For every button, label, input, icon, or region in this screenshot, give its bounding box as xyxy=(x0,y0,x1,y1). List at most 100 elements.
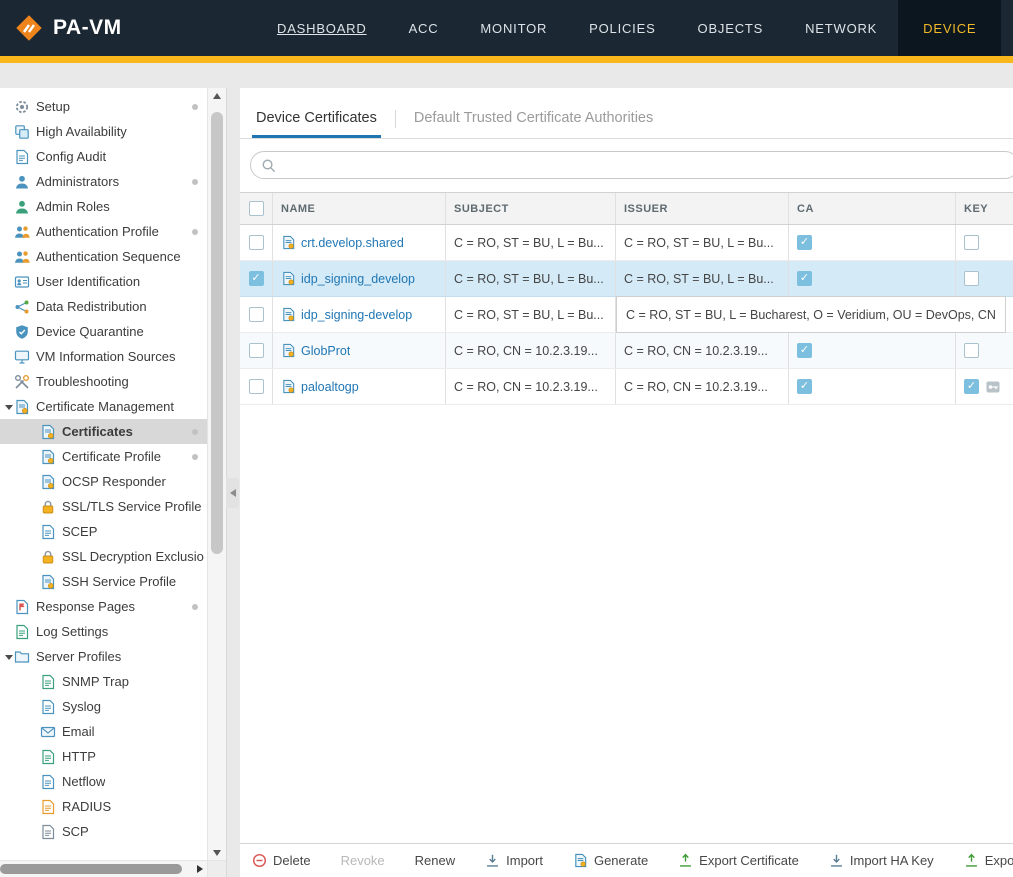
nav-tab-device[interactable]: DEVICE xyxy=(898,0,1001,56)
sidebar-vertical-scrollbar[interactable] xyxy=(207,88,226,861)
nav-tab-acc[interactable]: ACC xyxy=(388,0,460,56)
delete-button[interactable]: Delete xyxy=(252,853,311,868)
sidebar-item-high-availability[interactable]: High Availability xyxy=(0,119,208,144)
sidebar-item-troubleshooting[interactable]: Troubleshooting xyxy=(0,369,208,394)
renew-button[interactable]: Renew xyxy=(415,853,455,868)
sidebar-item-email[interactable]: Email xyxy=(0,719,208,744)
nav-tab-policies[interactable]: POLICIES xyxy=(568,0,676,56)
table-row[interactable]: ✓idp_signing_developC = RO, ST = BU, L =… xyxy=(240,261,1013,297)
nav-tab-monitor[interactable]: MONITOR xyxy=(459,0,568,56)
scroll-down-icon[interactable] xyxy=(208,845,226,861)
row-checkbox[interactable] xyxy=(249,343,264,358)
sidebar-item-radius[interactable]: RADIUS xyxy=(0,794,208,819)
sidebar-item-response-pages[interactable]: Response Pages xyxy=(0,594,208,619)
certificate-name-link[interactable]: idp_signing_develop xyxy=(301,272,415,286)
sidebar-item-log-settings[interactable]: Log Settings xyxy=(0,619,208,644)
pa-vm-app: PA-VM DASHBOARDACCMONITORPOLICIESOBJECTS… xyxy=(0,0,1013,877)
scroll-right-icon[interactable] xyxy=(192,861,208,877)
sidebar-item-ssl-decryption-exclusio[interactable]: SSL Decryption Exclusio xyxy=(0,544,208,569)
sidebar-item-label: SSL/TLS Service Profile xyxy=(62,499,201,514)
sidebar-item-syslog[interactable]: Syslog xyxy=(0,694,208,719)
sidebar-collapse-handle[interactable] xyxy=(226,478,239,508)
sidebar-item-certificate-profile[interactable]: Certificate Profile xyxy=(0,444,208,469)
expand-caret-icon[interactable] xyxy=(3,650,14,664)
tab-device-certificates[interactable]: Device Certificates xyxy=(252,110,381,138)
horizontal-scrollbar-thumb[interactable] xyxy=(0,864,182,874)
sidebar-item-ssh-service-profile[interactable]: SSH Service Profile xyxy=(0,569,208,594)
generate-button[interactable]: Generate xyxy=(573,853,648,868)
certificate-name-link[interactable]: paloaltogp xyxy=(301,380,359,394)
column-header-subject[interactable]: SUBJECT xyxy=(446,193,616,224)
sidebar-item-scep[interactable]: SCEP xyxy=(0,519,208,544)
radius-icon xyxy=(40,799,56,815)
sidebar-item-label: User Identification xyxy=(36,274,140,289)
row-select-cell xyxy=(240,225,273,260)
sidebar-item-data-redistribution[interactable]: Data Redistribution xyxy=(0,294,208,319)
sidebar-item-label: SCP xyxy=(62,824,89,839)
subject-cell: C = RO, CN = 10.2.3.19... xyxy=(446,333,616,368)
nav-tab-dashboard[interactable]: DASHBOARD xyxy=(256,0,388,56)
sidebar-item-user-identification[interactable]: User Identification xyxy=(0,269,208,294)
certificate-icon xyxy=(281,235,296,250)
issuer-cell: C = RO, CN = 10.2.3.19... xyxy=(616,369,789,404)
table-row[interactable]: GlobProt C = RO, CN = 10.2.3.19...C = RO,… xyxy=(240,333,1013,369)
top-nav-tabs: DASHBOARDACCMONITORPOLICIESOBJECTSNETWOR… xyxy=(256,0,1001,56)
import-button[interactable]: Import xyxy=(485,853,543,868)
sidebar-item-device-quarantine[interactable]: Device Quarantine xyxy=(0,319,208,344)
column-header-issuer[interactable]: ISSUER xyxy=(616,193,789,224)
sidebar-item-scp[interactable]: SCP xyxy=(0,819,208,844)
certificate-name-link[interactable]: crt.develop.shared xyxy=(301,236,404,250)
vertical-scrollbar-thumb[interactable] xyxy=(211,112,223,554)
certificate-name-link[interactable]: idp_signing-develop xyxy=(301,308,412,322)
sidebar-item-administrators[interactable]: Administrators xyxy=(0,169,208,194)
sidebar-horizontal-scrollbar[interactable] xyxy=(0,860,208,877)
sidebar-item-certificate-management[interactable]: Certificate Management xyxy=(0,394,208,419)
sidebar-item-snmp-trap[interactable]: SNMP Trap xyxy=(0,669,208,694)
row-checkbox[interactable] xyxy=(249,235,264,250)
nav-tab-objects[interactable]: OBJECTS xyxy=(677,0,785,56)
sidebar-item-authentication-profile[interactable]: Authentication Profile xyxy=(0,219,208,244)
sidebar-item-authentication-sequence[interactable]: Authentication Sequence xyxy=(0,244,208,269)
issuer-cell: C = RO, CN = 10.2.3.19... xyxy=(616,333,789,368)
row-checkbox[interactable] xyxy=(249,379,264,394)
scroll-up-icon[interactable] xyxy=(208,88,226,104)
sidebar-item-vm-information-sources[interactable]: VM Information Sources xyxy=(0,344,208,369)
sidebar-item-ocsp-responder[interactable]: OCSP Responder xyxy=(0,469,208,494)
row-checkbox[interactable]: ✓ xyxy=(249,271,264,286)
column-header-ca[interactable]: CA xyxy=(789,193,956,224)
subject-cell: C = RO, ST = BU, L = Bu... xyxy=(446,225,616,260)
sidebar-item-label: Certificates xyxy=(62,424,133,439)
sidebar-item-config-audit[interactable]: Config Audit xyxy=(0,144,208,169)
name-cell: paloaltogp xyxy=(273,369,446,404)
table-row[interactable]: idp_signing-developC = RO, ST = BU, L = … xyxy=(240,297,1013,333)
sidebar-item-http[interactable]: HTTP xyxy=(0,744,208,769)
table-row[interactable]: crt.develop.shared C = RO, ST = BU, L = B… xyxy=(240,225,1013,261)
ssl-tls-service-profile-icon xyxy=(40,499,56,515)
sidebar-item-admin-roles[interactable]: Admin Roles xyxy=(0,194,208,219)
sidebar-item-netflow[interactable]: Netflow xyxy=(0,769,208,794)
import-ha-key-button[interactable]: Import HA Key xyxy=(829,853,934,868)
sidebar-item-server-profiles[interactable]: Server Profiles xyxy=(0,644,208,669)
column-header-name[interactable]: NAME xyxy=(273,193,446,224)
certificate-profile-icon xyxy=(40,449,56,465)
certificate-name-link[interactable]: GlobProt xyxy=(301,344,350,358)
sidebar-item-label: Troubleshooting xyxy=(36,374,129,389)
expand-caret-icon[interactable] xyxy=(3,400,14,414)
sidebar-item-setup[interactable]: Setup xyxy=(0,94,208,119)
select-all-cell xyxy=(240,193,273,224)
column-header-key[interactable]: KEY xyxy=(956,193,1013,224)
subject-cell: C = RO, CN = 10.2.3.19... xyxy=(446,369,616,404)
sidebar-item-ssl-tls-service-profile[interactable]: SSL/TLS Service Profile xyxy=(0,494,208,519)
select-all-checkbox[interactable] xyxy=(249,201,264,216)
row-checkbox[interactable] xyxy=(249,307,264,322)
search-input[interactable] xyxy=(282,157,1008,174)
status-dot xyxy=(192,179,198,185)
ca-cell: ✓ xyxy=(789,225,956,260)
sidebar-item-certificates[interactable]: Certificates xyxy=(0,419,208,444)
sidebar-item-label: High Availability xyxy=(36,124,127,139)
tab-default-trusted-certificate-authorities[interactable]: Default Trusted Certificate Authorities xyxy=(410,110,657,138)
export-button[interactable]: Export xyxy=(964,853,1013,868)
export-certificate-button[interactable]: Export Certificate xyxy=(678,853,799,868)
table-row[interactable]: paloaltogp C = RO, CN = 10.2.3.19...C = R… xyxy=(240,369,1013,405)
nav-tab-network[interactable]: NETWORK xyxy=(784,0,898,56)
